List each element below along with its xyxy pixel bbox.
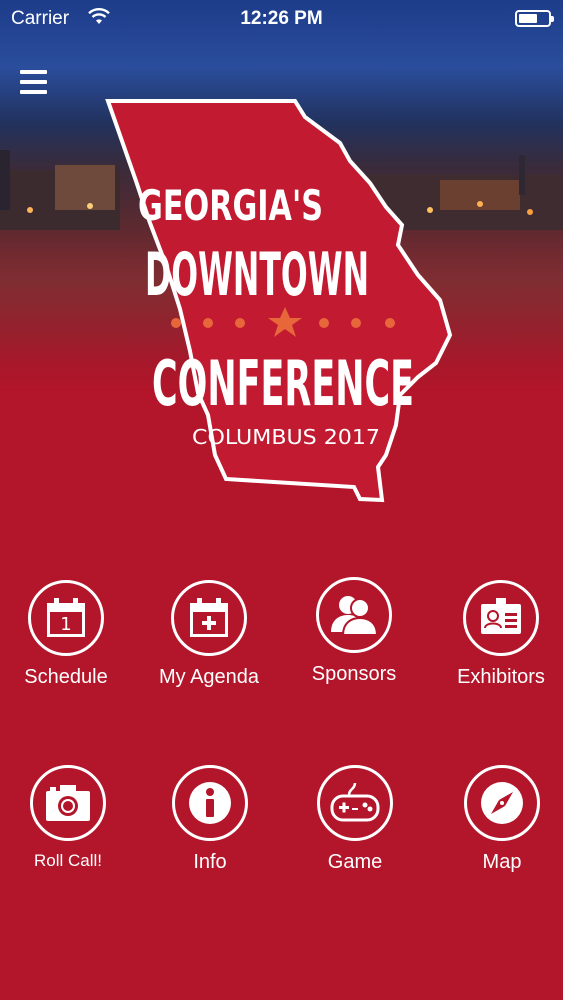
calendar-add-icon [190, 598, 228, 637]
logo-line-2: DOWNTOWN [145, 240, 369, 310]
game-label: Game [327, 851, 383, 873]
sponsors-label: Sponsors [311, 663, 397, 685]
camera-icon [46, 785, 90, 821]
game-button[interactable]: Game [295, 765, 415, 874]
sponsors-icon-circle [316, 577, 392, 653]
roll-call-icon-circle [30, 765, 106, 841]
info-icon [189, 782, 231, 824]
exhibitors-button[interactable]: Exhibitors [441, 580, 561, 689]
sponsors-button[interactable]: Sponsors [294, 577, 414, 686]
my-agenda-icon-circle [171, 580, 247, 656]
hamburger-menu-icon[interactable] [20, 70, 47, 94]
info-label: Info [193, 851, 227, 873]
exhibitors-icon-circle [463, 580, 539, 656]
map-icon-circle [464, 765, 540, 841]
logo-line-3: CONFERENCE [152, 347, 414, 420]
my-agenda-button[interactable]: My Agenda [149, 580, 269, 689]
my-agenda-label: My Agenda [158, 666, 260, 688]
logo-subtitle: COLUMBUS 2017 [192, 425, 380, 449]
id-badge-icon [481, 598, 521, 634]
exhibitors-label: Exhibitors [457, 666, 545, 688]
calendar-day-number: 1 [60, 614, 71, 635]
people-icon [331, 596, 379, 636]
status-bar: Carrier 12:26 PM [0, 0, 563, 38]
conference-logo: GEORGIA'S DOWNTOWN CONFERENCE COLUMBUS 2… [105, 99, 453, 503]
clock: 12:26 PM [240, 8, 323, 29]
map-label: Map [482, 851, 522, 873]
game-icon-circle [317, 765, 393, 841]
info-icon-circle [172, 765, 248, 841]
info-button[interactable]: Info [150, 765, 270, 874]
schedule-icon-circle: 1 [28, 580, 104, 656]
battery-icon [515, 10, 554, 27]
roll-call-button[interactable]: Roll Call! [8, 765, 128, 871]
gamepad-icon [330, 782, 380, 822]
roll-call-label: Roll Call! [33, 851, 103, 870]
schedule-label: Schedule [24, 666, 108, 688]
schedule-button[interactable]: 1 Schedule [6, 580, 126, 689]
compass-icon [481, 782, 523, 824]
calendar-icon: 1 [47, 598, 85, 637]
map-button[interactable]: Map [442, 765, 562, 874]
logo-line-1: GEORGIA'S [138, 181, 323, 230]
